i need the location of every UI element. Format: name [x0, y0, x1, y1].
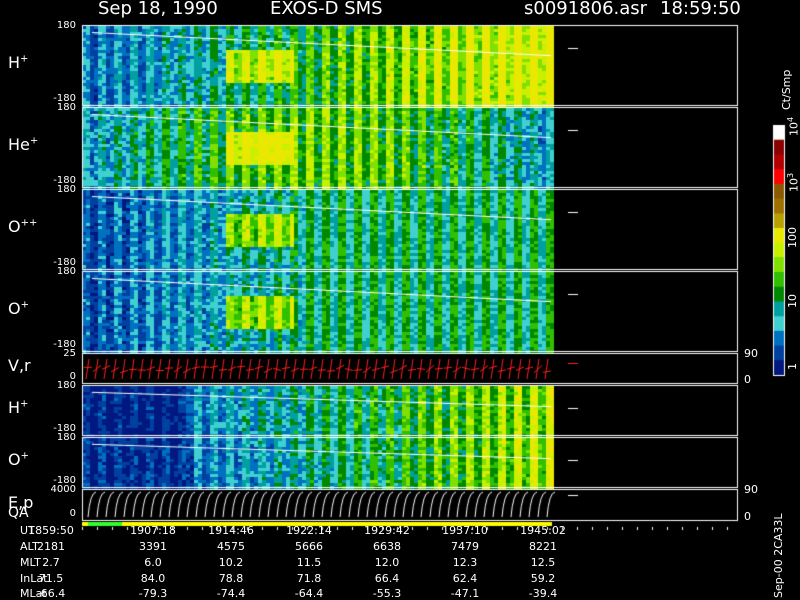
- axis-tick-top: 180: [56, 380, 76, 391]
- panel-label: O+: [8, 299, 29, 318]
- axis-tick-top: 180: [56, 102, 76, 113]
- ephemeris-value: 2.7: [42, 556, 60, 569]
- colorbar-tick: 100: [786, 227, 799, 248]
- header-time: 18:59:50: [660, 0, 741, 19]
- ephemeris-value: 2181: [37, 540, 65, 553]
- axis-tick-top: 4000: [50, 484, 76, 495]
- ephemeris-value: 3391: [139, 540, 167, 553]
- axis-tick-top: 180: [56, 184, 76, 195]
- spectrogram-canvas: [0, 0, 800, 600]
- axis-tick-top: 25: [63, 348, 76, 359]
- panel-label: He+: [8, 135, 39, 154]
- panel-label: O++: [8, 217, 38, 236]
- ephemeris-value: 1907:18: [130, 524, 176, 537]
- axis-tick-top: 180: [56, 20, 76, 31]
- ephemeris-value: 66.4: [374, 572, 400, 585]
- axis-tick-top: 180: [56, 266, 76, 277]
- ephemeris-value: 59.2: [530, 572, 556, 585]
- ephemeris-value: 5666: [295, 540, 323, 553]
- axis-tick-top: 180: [56, 432, 76, 443]
- ephemeris-value: 12.5: [530, 556, 556, 569]
- panel-label: O+: [8, 450, 29, 469]
- ephemeris-value: 62.4: [452, 572, 478, 585]
- ephemeris-value: 6638: [373, 540, 401, 553]
- ephemeris-value: 1929:42: [364, 524, 410, 537]
- panel-label: H+: [8, 398, 29, 417]
- ephemeris-value: 6.0: [144, 556, 162, 569]
- ephemeris-value: -66.4: [36, 587, 66, 600]
- right-tick-top: 90: [744, 483, 758, 496]
- ephemeris-value: 4575: [217, 540, 245, 553]
- ephemeris-value: 84.0: [140, 572, 166, 585]
- ephemeris-value: 7479: [451, 540, 479, 553]
- ephemeris-value: 1937:10: [442, 524, 488, 537]
- ephemeris-value: 12.3: [452, 556, 478, 569]
- ephemeris-value: 1914:46: [208, 524, 254, 537]
- ephemeris-value: 71.5: [38, 572, 64, 585]
- ephemeris-value: 71.8: [296, 572, 322, 585]
- mission-title: EXOS-D SMS: [270, 0, 383, 19]
- panel-label: V,r: [8, 356, 31, 375]
- ephemeris-value: 1922:14: [286, 524, 332, 537]
- footer-code: Sep-00 2CA33L: [772, 513, 785, 598]
- ephemeris-value: 11.5: [296, 556, 322, 569]
- date-title: Sep 18, 1990: [98, 0, 218, 19]
- right-tick-bottom: 0: [744, 510, 751, 523]
- ephemeris-value: 78.8: [218, 572, 244, 585]
- ephemeris-value: -39.4: [528, 587, 558, 600]
- colorbar-tick: 103: [786, 172, 800, 192]
- qa-label: QA: [8, 505, 29, 521]
- file-name: s0091806.asr: [524, 0, 648, 19]
- colorbar-unit: Ct/Smp: [780, 69, 793, 110]
- ephemeris-value: 1945:02: [520, 524, 566, 537]
- ephemeris-value: 12.0: [374, 556, 400, 569]
- colorbar-tick: 104: [786, 116, 800, 136]
- ephemeris-value: -47.1: [450, 587, 480, 600]
- colorbar-tick: 10: [786, 294, 799, 308]
- ephemeris-value: -74.4: [216, 587, 246, 600]
- ephemeris-value: -64.4: [294, 587, 324, 600]
- right-tick-bottom: 0: [744, 373, 751, 386]
- colorbar-tick: 1: [786, 363, 799, 370]
- ephemeris-value: 8221: [529, 540, 557, 553]
- panel-label: H+: [8, 53, 29, 72]
- ephemeris-value: 1859:50: [28, 524, 74, 537]
- ephemeris-value: -55.3: [372, 587, 402, 600]
- ephemeris-value: 10.2: [218, 556, 244, 569]
- right-tick-top: 90: [744, 347, 758, 360]
- ephemeris-value: -79.3: [138, 587, 168, 600]
- axis-tick-bottom: 0: [69, 508, 76, 519]
